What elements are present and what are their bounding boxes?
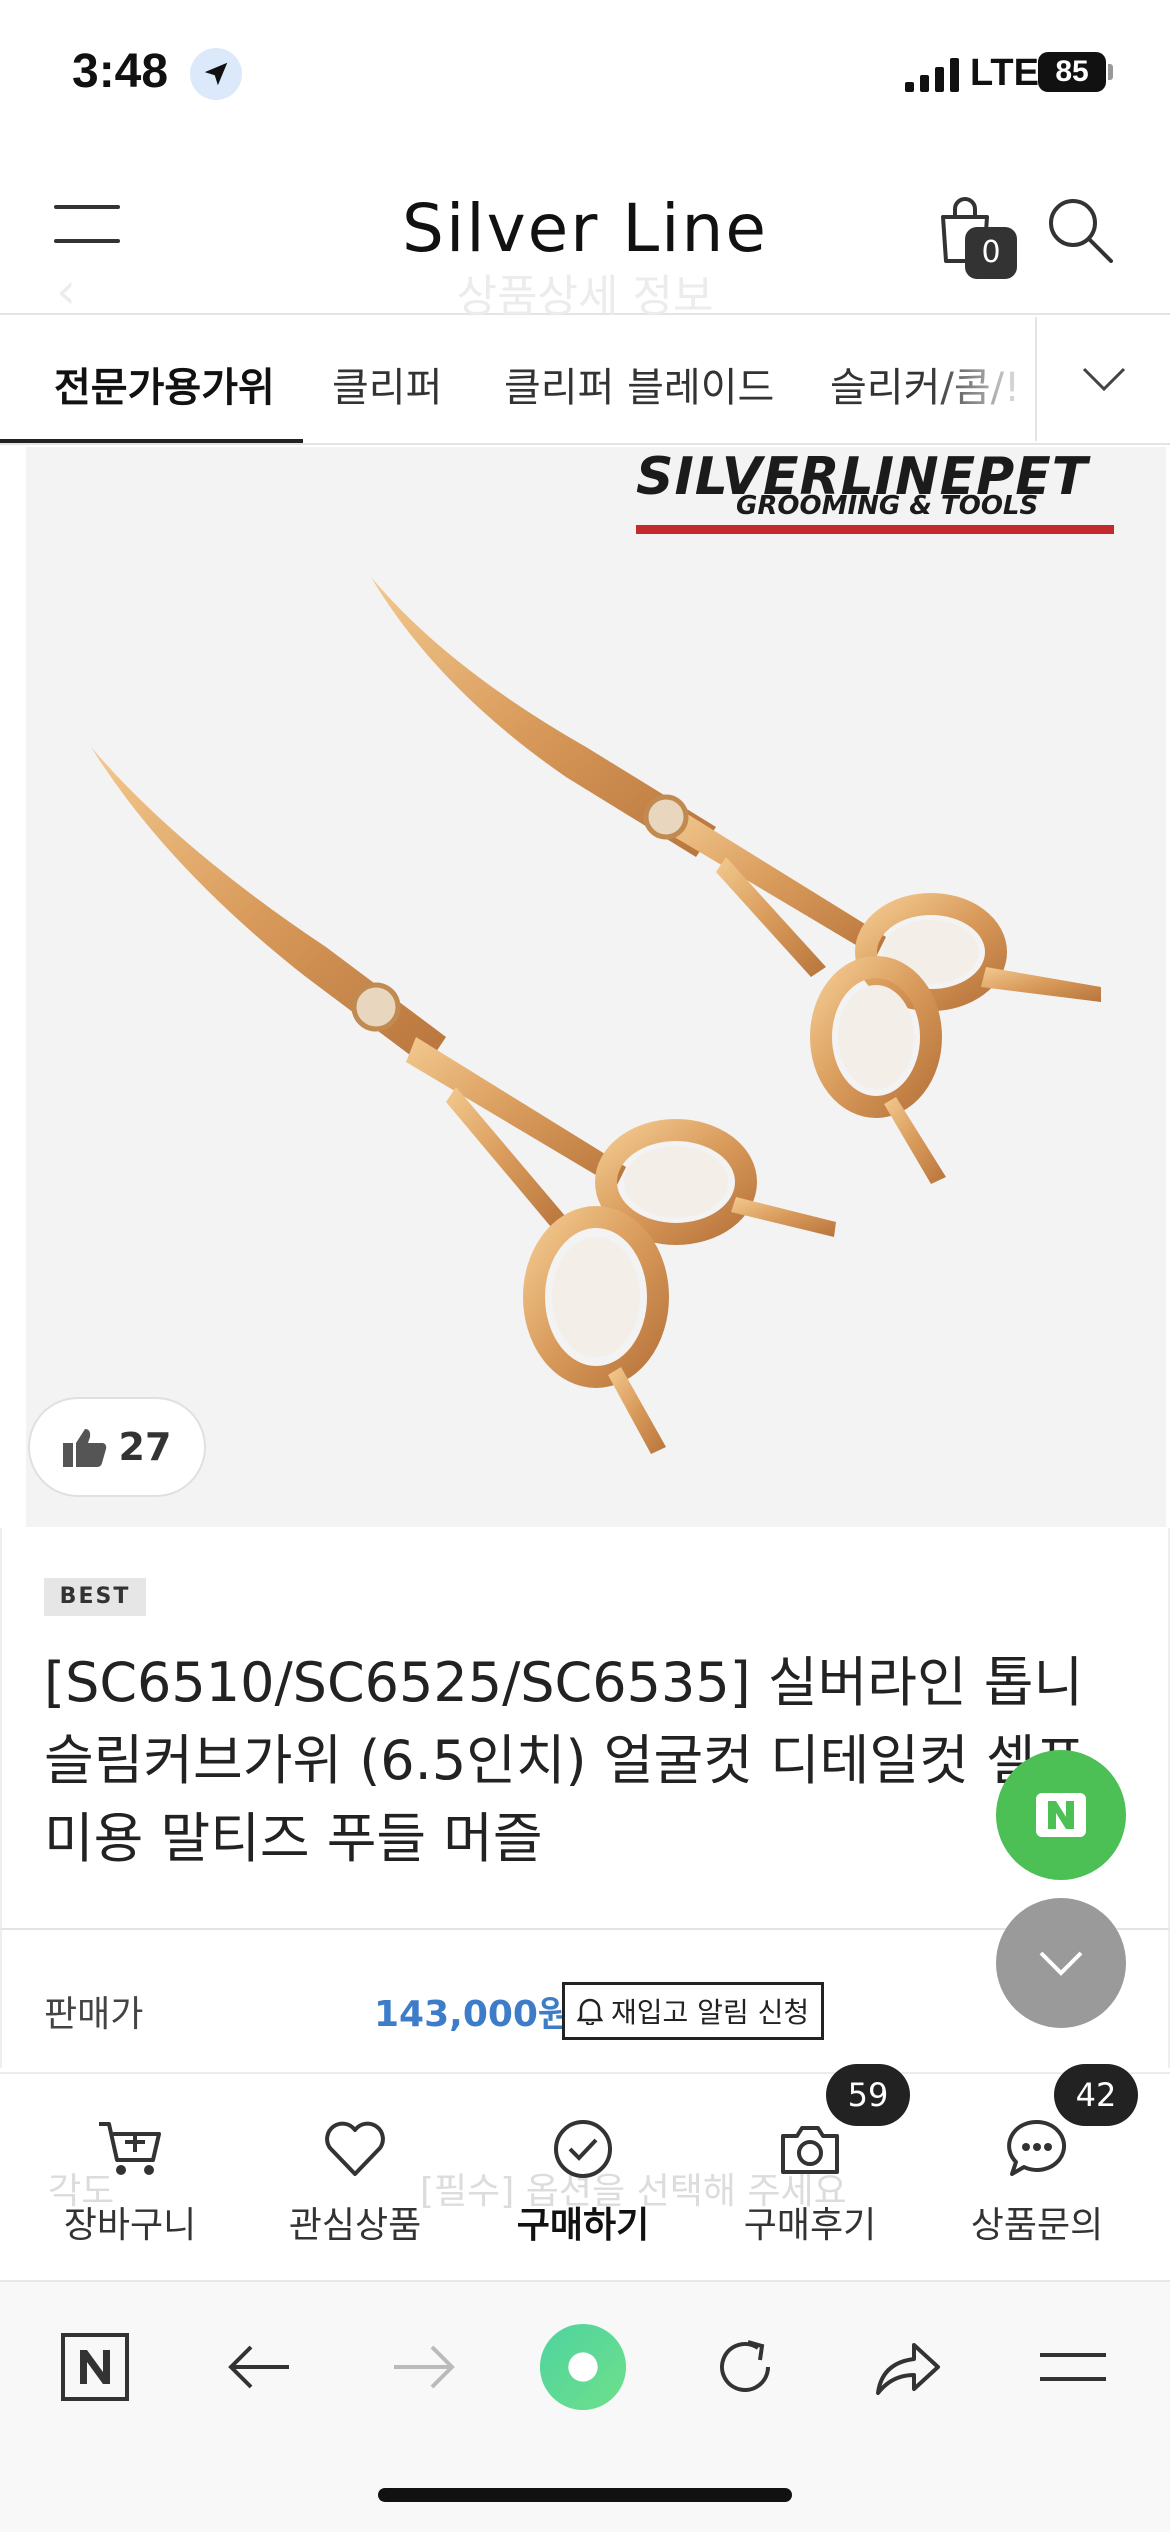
green-dot-icon[interactable] <box>538 2322 628 2412</box>
purchase-action-bar: 각도 [필수] 옵션을 선택해 주세요 장바구니 관심상품 구매하기 구매후기 … <box>0 2064 1170 2277</box>
product-image[interactable]: SILVERLINEPET GROOMING & TOOLS 27 <box>26 447 1166 1527</box>
refresh-icon[interactable] <box>700 2322 790 2412</box>
chat-bubble-icon <box>1007 2119 1067 2176</box>
thumbs-up-icon <box>62 1429 106 1467</box>
product-title: [SC6510/SC6525/SC6535] 실버라인 톱니 슬림커브가위 (6… <box>44 1651 1086 1870</box>
naver-home-icon[interactable] <box>50 2322 140 2412</box>
bell-icon <box>577 1998 603 2025</box>
back-arrow-icon[interactable] <box>215 2322 305 2412</box>
status-bar: 3:48 LTE 85 <box>0 0 1170 150</box>
product-info: BEST [SC6510/SC6525/SC6535] 실버라인 톱니 슬림커브… <box>0 1528 1170 1928</box>
network-type: LTE <box>970 52 1039 94</box>
inquiry-count-badge: 42 <box>1054 2064 1138 2126</box>
signal-bars-icon <box>905 58 959 92</box>
check-circle-icon <box>554 2120 612 2178</box>
product-inquiry-label: 상품문의 <box>970 2205 1104 2246</box>
naver-talk-button[interactable] <box>996 1750 1126 1880</box>
search-icon[interactable] <box>1045 195 1115 265</box>
forward-arrow-icon[interactable] <box>378 2322 468 2412</box>
menu-lines-icon[interactable] <box>1028 2322 1118 2412</box>
wishlist-button[interactable]: 관심상품 <box>255 2114 455 2264</box>
add-to-cart-label: 장바구니 <box>63 2205 197 2246</box>
battery-icon: 85 <box>1038 52 1106 92</box>
reviews-label: 구매후기 <box>743 2205 877 2246</box>
buy-now-label: 구매하기 <box>516 2205 650 2246</box>
tabs-fade <box>930 317 1035 441</box>
status-time: 3:48 <box>72 45 169 98</box>
chevron-down-icon <box>1039 1951 1083 1976</box>
naver-n-icon <box>1036 1793 1086 1837</box>
add-to-cart-button[interactable]: 장바구니 <box>30 2114 230 2264</box>
scroll-down-button[interactable] <box>996 1898 1126 2028</box>
like-button[interactable]: 27 <box>28 1397 206 1497</box>
tab-clipper-blade[interactable]: 클리퍼 블레이드 <box>504 355 774 413</box>
tab-clipper[interactable]: 클리퍼 <box>332 355 442 413</box>
battery-tip <box>1108 64 1113 80</box>
best-badge: BEST <box>44 1578 146 1616</box>
price-value: 143,000원 <box>374 1994 572 2035</box>
restock-label: 재입고 알림 신청 <box>611 1996 810 2029</box>
chevron-down-icon <box>1082 367 1125 392</box>
scissors-illustration <box>91 577 1101 1454</box>
camera-icon <box>781 2126 839 2174</box>
product-inquiry-button[interactable]: 상품문의 <box>937 2114 1137 2264</box>
site-header: ‹ 상품상세 정보 Silver Line 0 <box>0 150 1170 322</box>
heart-icon <box>325 2121 385 2176</box>
buy-now-button[interactable]: 구매하기 <box>483 2114 683 2264</box>
category-tabs: 전문가용가위 클리퍼 클리퍼 블레이드 슬리커/콤/! <box>0 317 1170 445</box>
price-row: 판매가 143,000원 재입고 알림 신청 <box>0 1928 1170 2068</box>
price-label: 판매가 <box>44 1994 144 2035</box>
restock-alert-button[interactable]: 재입고 알림 신청 <box>562 1982 825 2040</box>
like-count: 27 <box>118 1425 172 1469</box>
reviews-count-badge: 59 <box>826 2064 910 2126</box>
share-icon[interactable] <box>862 2322 952 2412</box>
tab-professional-scissors[interactable]: 전문가용가위 <box>54 355 275 413</box>
active-tab-indicator <box>0 439 303 443</box>
location-arrow-icon <box>190 48 242 100</box>
cart-count-badge: 0 <box>965 227 1017 279</box>
cart-plus-icon <box>99 2122 161 2175</box>
wishlist-label: 관심상품 <box>288 2205 422 2246</box>
category-expand-button[interactable] <box>1035 317 1170 441</box>
reviews-button[interactable]: 구매후기 <box>710 2114 910 2264</box>
home-indicator <box>378 2488 792 2502</box>
